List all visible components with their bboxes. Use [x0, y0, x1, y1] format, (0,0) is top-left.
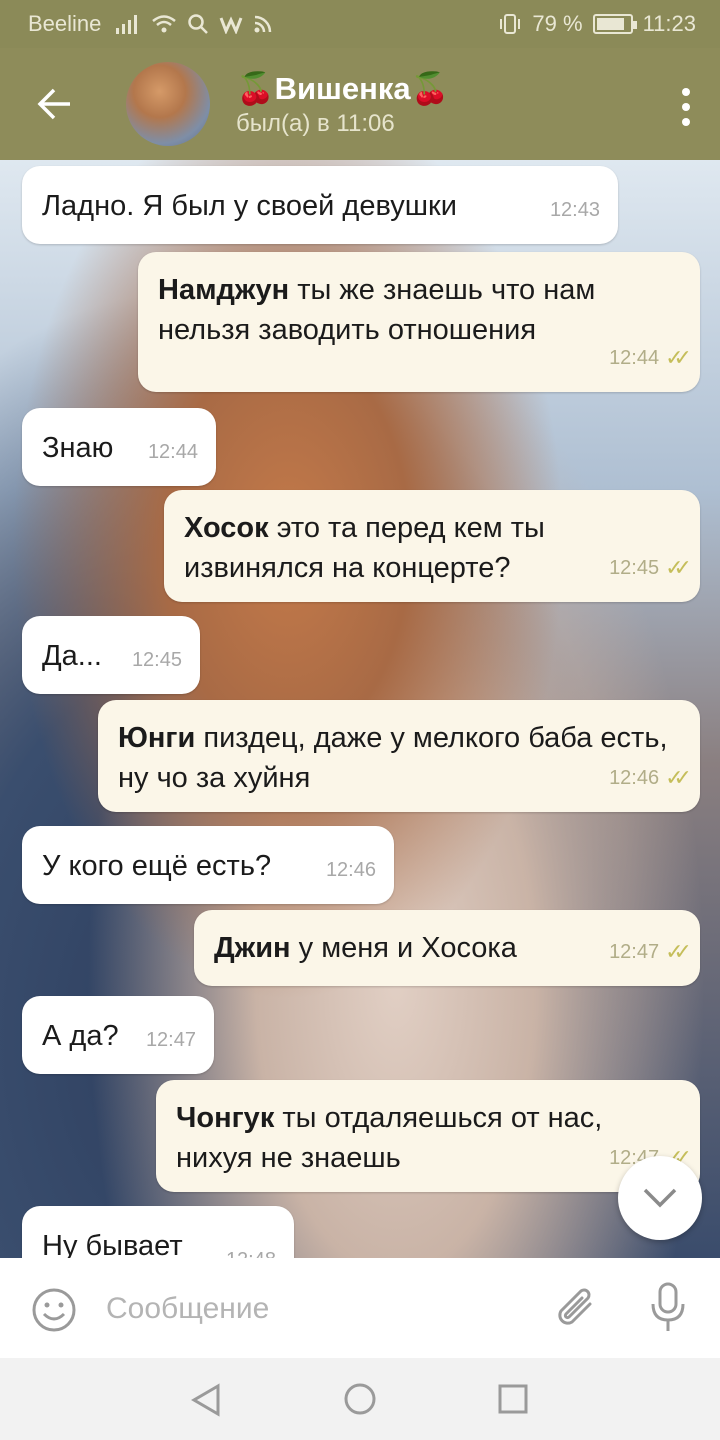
- message-text: пиздец, даже у мелкого баба есть, ну чо …: [118, 722, 668, 794]
- search-icon: [188, 14, 209, 34]
- chat-header: 🍒Вишенка🍒 был(а) в 11:06: [0, 48, 720, 160]
- battery-fill: [596, 18, 624, 30]
- more-vert-icon[interactable]: [682, 88, 690, 126]
- app-w-icon: [219, 16, 243, 34]
- back-button[interactable]: [0, 48, 110, 160]
- paperclip-icon[interactable]: [552, 1284, 600, 1334]
- chevron-down-icon: [643, 1188, 677, 1208]
- rss-icon: [254, 15, 272, 33]
- chat-title-block[interactable]: 🍒Вишенка🍒 был(а) в 11:06: [236, 69, 449, 139]
- vibrate-icon: [500, 14, 521, 34]
- message-sender: Хосок: [184, 512, 269, 544]
- double-check-icon: ✓✓: [665, 555, 692, 580]
- message-incoming[interactable]: Знаю 12:44: [22, 408, 216, 486]
- message-sender: Намджун: [158, 274, 290, 306]
- message-sender: Чонгук: [176, 1102, 275, 1134]
- message-input-bar: Сообщение: [0, 1258, 720, 1358]
- message-text: Ну бывает: [42, 1230, 183, 1258]
- message-incoming[interactable]: А да? 12:47: [22, 996, 214, 1074]
- message-time: 12:46 ✓✓: [609, 758, 692, 798]
- message-time: 12:47✓✓: [609, 932, 692, 972]
- message-outgoing[interactable]: Юнги пиздец, даже у мелкого баба есть, н…: [98, 700, 700, 812]
- message-incoming[interactable]: Ладно. Я был у своей девушки 12:43: [22, 166, 618, 244]
- battery-icon: [592, 14, 637, 34]
- status-bar: Beeline 79 % 11:23: [0, 0, 720, 48]
- nav-home-icon[interactable]: [343, 1382, 377, 1416]
- arrow-left-icon: [37, 88, 70, 120]
- message-text: Ладно. Я был у своей девушки: [42, 190, 457, 222]
- nav-recent-icon[interactable]: [498, 1384, 528, 1414]
- signal-icon: [116, 15, 138, 34]
- avatar[interactable]: [126, 62, 210, 146]
- message-time: 12:44 ✓✓: [609, 338, 692, 378]
- message-text: А да?: [42, 1020, 119, 1052]
- message-incoming[interactable]: Да... 12:45: [22, 616, 200, 694]
- clock: 11:23: [642, 11, 696, 36]
- message-text: у меня и Хосока: [298, 932, 517, 964]
- message-input[interactable]: Сообщение: [106, 1292, 269, 1326]
- scroll-down-button[interactable]: [618, 1156, 702, 1240]
- message-incoming[interactable]: Ну бывает 12:48: [22, 1206, 294, 1258]
- emoji-icon[interactable]: [30, 1286, 78, 1334]
- message-time: 12:47: [145, 1029, 196, 1051]
- message-time: 12:43: [549, 199, 600, 221]
- message-sender: Юнги: [118, 722, 196, 754]
- message-time: 12:45 ✓✓: [609, 548, 692, 588]
- message-sender: Джин: [214, 932, 291, 964]
- double-check-icon: ✓✓: [665, 765, 692, 790]
- status-right: 79 % 11:23: [498, 11, 696, 37]
- battery-percent: 79 %: [532, 11, 583, 36]
- status-icons: [115, 13, 273, 35]
- message-time: 12:48: [226, 1240, 276, 1258]
- message-outgoing[interactable]: Чонгук ты отдаляешься от нас, нихуя не з…: [156, 1080, 700, 1192]
- message-time: 12:46: [325, 859, 376, 881]
- message-text: Знаю: [42, 432, 114, 464]
- double-check-icon: ✓✓: [665, 345, 692, 370]
- microphone-icon[interactable]: [648, 1282, 688, 1334]
- message-text: Да...: [42, 640, 102, 672]
- message-text: У кого ещё есть?: [42, 850, 272, 882]
- message-incoming[interactable]: У кого ещё есть? 12:46: [22, 826, 394, 904]
- message-outgoing[interactable]: Хосок это та перед кем ты извинялся на к…: [164, 490, 700, 602]
- wifi-icon: [152, 15, 177, 33]
- message-time: 12:45: [131, 649, 182, 671]
- message-outgoing[interactable]: Намджун ты же знаешь что нам нельзя заво…: [138, 252, 700, 392]
- chat-title: 🍒Вишенка🍒: [236, 71, 450, 106]
- message-time: 12:44: [147, 441, 198, 463]
- nav-back-icon[interactable]: [190, 1383, 222, 1417]
- message-outgoing[interactable]: Джин у меня и Хосока 12:47 ✓✓: [194, 910, 700, 986]
- last-seen: был(а) в 11:06: [236, 110, 395, 137]
- chat-area[interactable]: Ладно. Я был у своей девушки 12:43 Намдж…: [0, 160, 720, 1258]
- system-nav-bar: [0, 1358, 720, 1440]
- carrier-name: Beeline: [28, 11, 102, 36]
- double-check-icon: ✓✓: [665, 939, 692, 964]
